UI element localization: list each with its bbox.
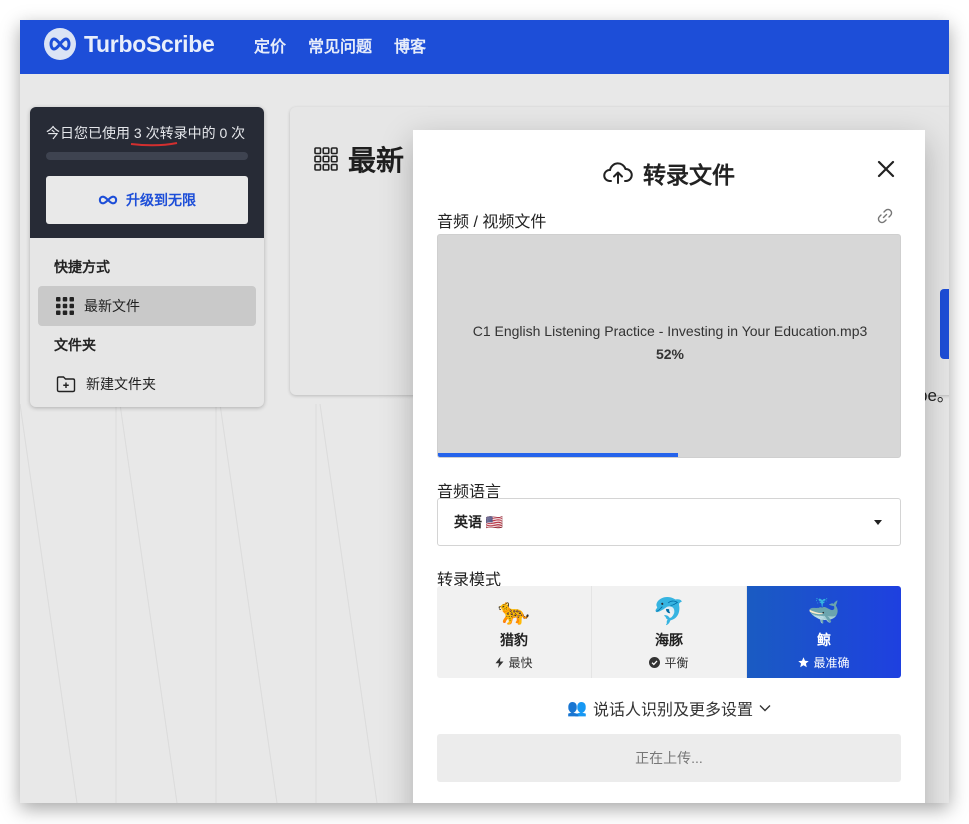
main-nav: 定价 常见问题 博客 [254, 33, 426, 57]
upload-progress-bar [438, 453, 679, 457]
usage-text: 今日您已使用 3 次转录中的 0 次 [46, 125, 246, 141]
file-dropzone[interactable]: C1 English Listening Practice - Investin… [437, 234, 901, 458]
language-selected-value: 英语 🇺🇸 [454, 514, 504, 530]
folder-plus-icon [56, 376, 76, 393]
transcription-mode-selector: 🐆 猎豹 最快 🐬 海豚 平衡 🐳 鲸 最准确 [437, 586, 901, 678]
mode-subtitle: 最准确 [798, 654, 850, 671]
background-action-button[interactable] [940, 289, 949, 359]
grid-icon [56, 297, 74, 315]
language-select[interactable]: 英语 🇺🇸 [437, 498, 901, 546]
background-hatch-pattern [20, 404, 378, 803]
sidebar: 今日您已使用 3 次转录中的 0 次 升级到无限 快捷方式 最新文件 文件夹 新… [30, 107, 264, 407]
file-field-label: 音频 / 视频文件 [437, 214, 547, 231]
sidebar-item-label: 最新文件 [84, 298, 140, 314]
brand-logo[interactable]: TurboScribe [44, 28, 215, 60]
mode-subtitle: 平衡 [649, 654, 689, 671]
cheetah-icon: 🐆 [497, 596, 531, 626]
upload-percent: 52% [655, 346, 685, 362]
sidebar-item-new-folder[interactable]: 新建文件夹 [38, 364, 256, 404]
recent-files-title: 最新 [314, 139, 404, 179]
upload-status-button[interactable]: 正在上传... [437, 734, 901, 782]
mode-subtitle-text: 最快 [508, 656, 533, 670]
mode-subtitle-text: 平衡 [664, 656, 689, 670]
upgrade-label: 升级到无限 [126, 192, 196, 208]
sidebar-item-recent-files[interactable]: 最新文件 [38, 286, 256, 326]
caret-down-icon [874, 520, 882, 525]
mode-name: 海豚 [655, 632, 683, 648]
more-settings-label: 说话人识别及更多设置 [592, 702, 753, 719]
link-icon[interactable] [877, 208, 893, 224]
recent-files-heading: 最新 [348, 145, 405, 176]
chevron-down-icon [759, 705, 771, 712]
dialog-title: 转录文件 [413, 156, 925, 190]
transcribe-file-dialog: 转录文件 音频 / 视频文件 C1 English Listening Prac… [413, 130, 925, 803]
grid-icon [314, 147, 338, 171]
check-circle-icon [649, 657, 661, 668]
folders-heading: 文件夹 [54, 337, 96, 353]
dialog-title-text: 转录文件 [643, 162, 735, 188]
brand-name: TurboScribe [84, 30, 215, 57]
nav-blog[interactable]: 博客 [394, 33, 426, 57]
usage-progress-bar [46, 152, 248, 160]
infinity-icon [98, 195, 118, 205]
shortcuts-heading: 快捷方式 [54, 259, 110, 275]
infinity-logo-icon [44, 28, 76, 60]
star-icon [798, 657, 810, 668]
cloud-upload-icon [603, 162, 633, 184]
nav-pricing[interactable]: 定价 [254, 33, 286, 57]
mode-subtitle-text: 最准确 [813, 656, 850, 670]
nav-faq[interactable]: 常见问题 [308, 33, 372, 57]
top-navbar: TurboScribe 定价 常见问题 博客 [20, 20, 949, 74]
close-icon[interactable] [875, 158, 897, 180]
dolphin-icon: 🐬 [652, 596, 686, 626]
people-icon: 👥 [567, 700, 587, 717]
mode-name: 猎豹 [500, 632, 528, 648]
more-settings-toggle[interactable]: 👥 说话人识别及更多设置 [413, 696, 925, 720]
mode-option-dolphin[interactable]: 🐬 海豚 平衡 [592, 586, 747, 678]
sidebar-item-label: 新建文件夹 [86, 376, 156, 392]
uploading-file-name: C1 English Listening Practice - Investin… [472, 323, 868, 339]
mode-option-cheetah[interactable]: 🐆 猎豹 最快 [437, 586, 592, 678]
mode-subtitle: 最快 [495, 654, 533, 671]
app-window: TurboScribe 定价 常见问题 博客 今日您已使用 3 次转录中的 0 … [20, 20, 949, 803]
usage-panel: 今日您已使用 3 次转录中的 0 次 升级到无限 [30, 107, 264, 238]
mode-option-whale[interactable]: 🐳 鲸 最准确 [747, 586, 901, 678]
mode-name: 鲸 [817, 632, 831, 648]
whale-icon: 🐳 [807, 596, 841, 626]
bolt-icon [495, 657, 504, 668]
red-underline-annotation [130, 142, 178, 147]
upgrade-button[interactable]: 升级到无限 [46, 176, 248, 224]
